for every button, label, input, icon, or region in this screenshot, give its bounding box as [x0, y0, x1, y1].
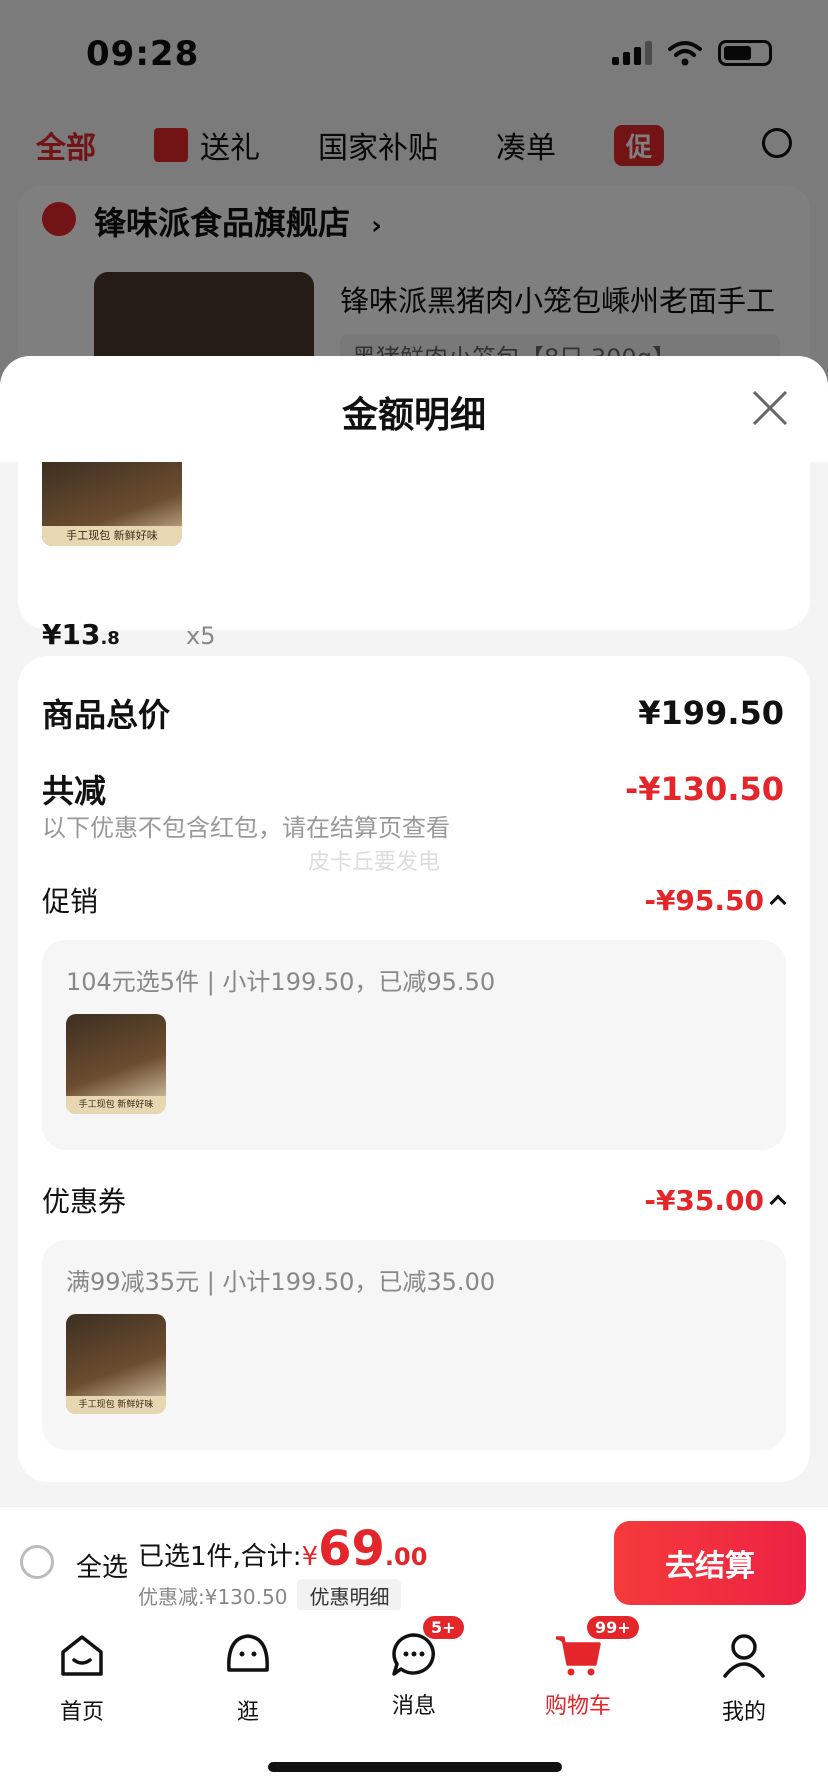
coupon-value: -¥35.00	[644, 1183, 764, 1217]
tab-cart-label: 购物车	[544, 1694, 611, 1719]
checkout-button[interactable]: 去结算	[614, 1521, 806, 1605]
item-thumbnail: 手工现包 新鲜好味	[42, 462, 182, 546]
discount-detail-link[interactable]: 优惠明细	[297, 1579, 402, 1612]
watermark: 皮卡丘要发电	[308, 850, 441, 875]
tab-messages-label: 消息	[391, 1694, 436, 1719]
promotion-label: 促销	[42, 885, 99, 918]
chevron-up-icon[interactable]	[769, 894, 787, 912]
coupon-row[interactable]: 优惠券 -¥35.00	[42, 1180, 787, 1220]
item-price: ¥13.8	[42, 618, 120, 651]
coupon-thumb-caption: 手工现包 新鲜好味	[66, 1396, 166, 1414]
item-thumb-caption: 手工现包 新鲜好味	[42, 526, 182, 546]
coupon-box: 满99减35元 | 小计199.50，已减35.00 手工现包 新鲜好味	[42, 1240, 786, 1450]
selected-text: 已选1件,合计:	[138, 1542, 302, 1572]
tab-profile[interactable]: 我的	[684, 1630, 804, 1726]
reduction-row: 共减 -¥130.50	[42, 766, 784, 812]
item-qty: x5	[186, 622, 216, 650]
promotion-thumb-caption: 手工现包 新鲜好味	[66, 1096, 166, 1114]
total-yen: ¥	[301, 1542, 319, 1572]
sheet-title: 金额明细	[341, 395, 486, 436]
tab-messages[interactable]: 5+ 消息	[354, 1616, 474, 1720]
message-badge: 5+	[423, 1616, 464, 1639]
total-price-int: 69	[318, 1521, 385, 1577]
total-label: 商品总价	[42, 696, 171, 734]
cart-badge: 99+	[587, 1616, 639, 1639]
message-icon-wrap: 5+	[389, 1616, 464, 1680]
reduction-label: 共减	[42, 772, 107, 810]
item-price-dec: .8	[100, 628, 120, 649]
chevron-up-icon[interactable]	[769, 1194, 787, 1212]
tab-browse-label: 逛	[236, 1700, 259, 1725]
promotion-value: -¥95.50	[644, 883, 764, 917]
cart-icon-wrap: 99+	[553, 1616, 639, 1680]
tab-browse[interactable]: 逛	[188, 1630, 308, 1726]
promotion-value-group: -¥95.50	[644, 883, 787, 917]
tab-home[interactable]: 首页	[22, 1630, 142, 1726]
total-price: 69.00	[318, 1521, 427, 1577]
checkout-bar: 全选 已选1件,合计: ¥ 69.00 优惠减:¥130.50 优惠明细 去结算	[0, 1506, 828, 1612]
selection-summary: 已选1件,合计: ¥ 69.00	[138, 1521, 427, 1577]
coupon-thumbnail: 手工现包 新鲜好味	[66, 1314, 166, 1414]
coupon-detail: 满99减35元 | 小计199.50，已减35.00	[66, 1268, 496, 1296]
total-row: 商品总价 ¥199.50	[42, 690, 784, 736]
discount-line: 优惠减:¥130.50 优惠明细	[138, 1579, 402, 1612]
face-icon	[227, 1634, 269, 1672]
promotion-box: 104元选5件 | 小计199.50，已减95.50 手工现包 新鲜好味	[42, 940, 786, 1150]
tab-home-label: 首页	[59, 1700, 104, 1725]
close-icon[interactable]	[748, 386, 792, 430]
home-icon	[61, 1635, 103, 1676]
discount-text: 优惠减:¥130.50	[138, 1585, 288, 1609]
reduction-value: -¥130.50	[624, 770, 784, 808]
promotion-thumbnail: 手工现包 新鲜好味	[66, 1014, 166, 1114]
item-price-int: ¥13	[42, 618, 101, 651]
profile-icon	[723, 1634, 765, 1678]
home-indicator[interactable]	[268, 1762, 562, 1772]
reduction-note: 以下优惠不包含红包，请在结算页查看	[42, 814, 450, 842]
tab-cart[interactable]: 99+ 购物车	[518, 1616, 639, 1720]
promotion-row[interactable]: 促销 -¥95.50	[42, 880, 787, 920]
coupon-value-group: -¥35.00	[644, 1183, 787, 1217]
select-all-label[interactable]: 全选	[76, 1547, 128, 1584]
sheet-header: 金额明细	[0, 356, 828, 462]
promotion-detail: 104元选5件 | 小计199.50，已减95.50	[66, 968, 496, 996]
amount-detail-sheet: 金额明细 手工现包 新鲜好味 ¥13.8 x5 商品总价 ¥199.50 共减 …	[0, 356, 828, 1506]
total-value: ¥199.50	[638, 694, 784, 732]
detail-card: 商品总价 ¥199.50 共减 -¥130.50 以下优惠不包含红包，请在结算页…	[18, 656, 810, 1482]
select-all-radio[interactable]	[20, 1545, 54, 1579]
coupon-label: 优惠券	[42, 1185, 127, 1218]
tab-profile-label: 我的	[721, 1700, 766, 1725]
total-price-dec: .00	[384, 1543, 428, 1571]
